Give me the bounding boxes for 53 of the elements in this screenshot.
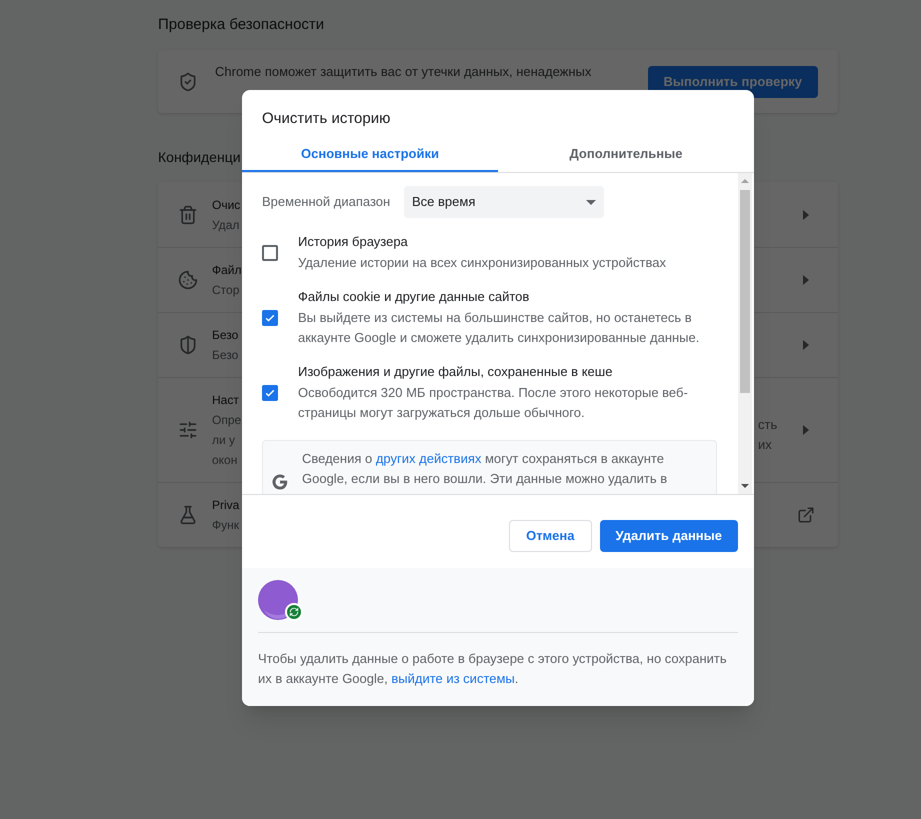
arrow-right-icon[interactable] [803,210,809,220]
row-title: Файл [212,262,242,279]
shield-check-icon [178,72,198,92]
sliders-icon [178,420,198,440]
dialog-title: Очистить историю [261,109,392,129]
arrow-right-icon[interactable] [803,340,809,350]
section-heading: Конфиденци [158,148,241,167]
row-title: Наст [212,392,239,409]
arrow-right-icon[interactable] [803,425,809,435]
tab[interactable]: Дополнительные [498,138,754,172]
row-description: Безо [212,347,238,364]
item-title: Изображения и другие файлы, сохраненные в кеше [298,363,614,381]
shield-icon [178,335,198,355]
item-description: Удаление истории на всех синхронизированных устройствах [298,254,667,272]
cancel-button[interactable]: Отмена [509,520,592,552]
info-text: Сведения о других действиях могут сохраняться в аккаунте Google, если вы в него вошли. Эти данные можно удалить в [302,450,668,488]
item-title: История браузера [298,233,409,251]
row-description: ли у [212,432,236,449]
external-link-icon[interactable] [797,506,815,524]
item-title: Файлы cookie и другие данные сайтов [298,288,530,306]
delete-data-button[interactable]: Удалить данные [600,520,738,552]
row-title: Очис [212,196,240,214]
section-heading: Проверка безопасности [158,15,326,34]
checkbox[interactable] [262,384,278,400]
sign-out-note: Чтобы удалить данные о работе в браузере с этого устройства, но сохранить их в аккаунте Google, выйдите из системы. [258,650,728,688]
checkbox[interactable] [262,310,278,326]
row-title: Priva [212,497,240,514]
row-description: сть [758,416,778,434]
safety-description: Chrome поможет защитить вас от утечки данных, ненадежных [215,63,592,81]
scroll-down-icon[interactable] [741,484,749,488]
sign-out-link[interactable]: выйдите из системы [391,671,515,686]
row-title: Безо [212,327,238,344]
row-description: Опре [212,412,242,429]
item-description: Освободится 320 МБ пространства. После этого некоторые веб-страницы могут загружаться дольше обычного. [298,384,689,422]
cookie-icon [178,270,198,290]
google-logo-icon [271,473,289,491]
row-description: окон [212,452,238,469]
time-range-label: Временной диапазон [262,193,392,212]
time-range-dropdown[interactable]: Все время [404,186,604,218]
trash-icon [178,204,198,224]
sync-badge-icon [285,603,303,621]
arrow-right-icon[interactable] [803,275,809,285]
row-description: Удал [212,216,240,234]
tab[interactable]: Основные настройки [242,138,498,172]
scrollbar[interactable] [738,173,752,494]
row-description: их [758,436,773,454]
item-description: Вы выйдете из системы на большинстве сайтов, но останетесь в аккаунте Google и сможете удалить синхронизированные данные. [298,309,700,347]
flask-icon [178,505,198,525]
row-description: Стор [212,282,240,299]
dropdown-arrow-icon [586,200,596,204]
row-description: Функ [212,517,239,534]
other-activity-link[interactable]: других действиях [376,451,482,466]
checkbox[interactable] [262,244,278,260]
